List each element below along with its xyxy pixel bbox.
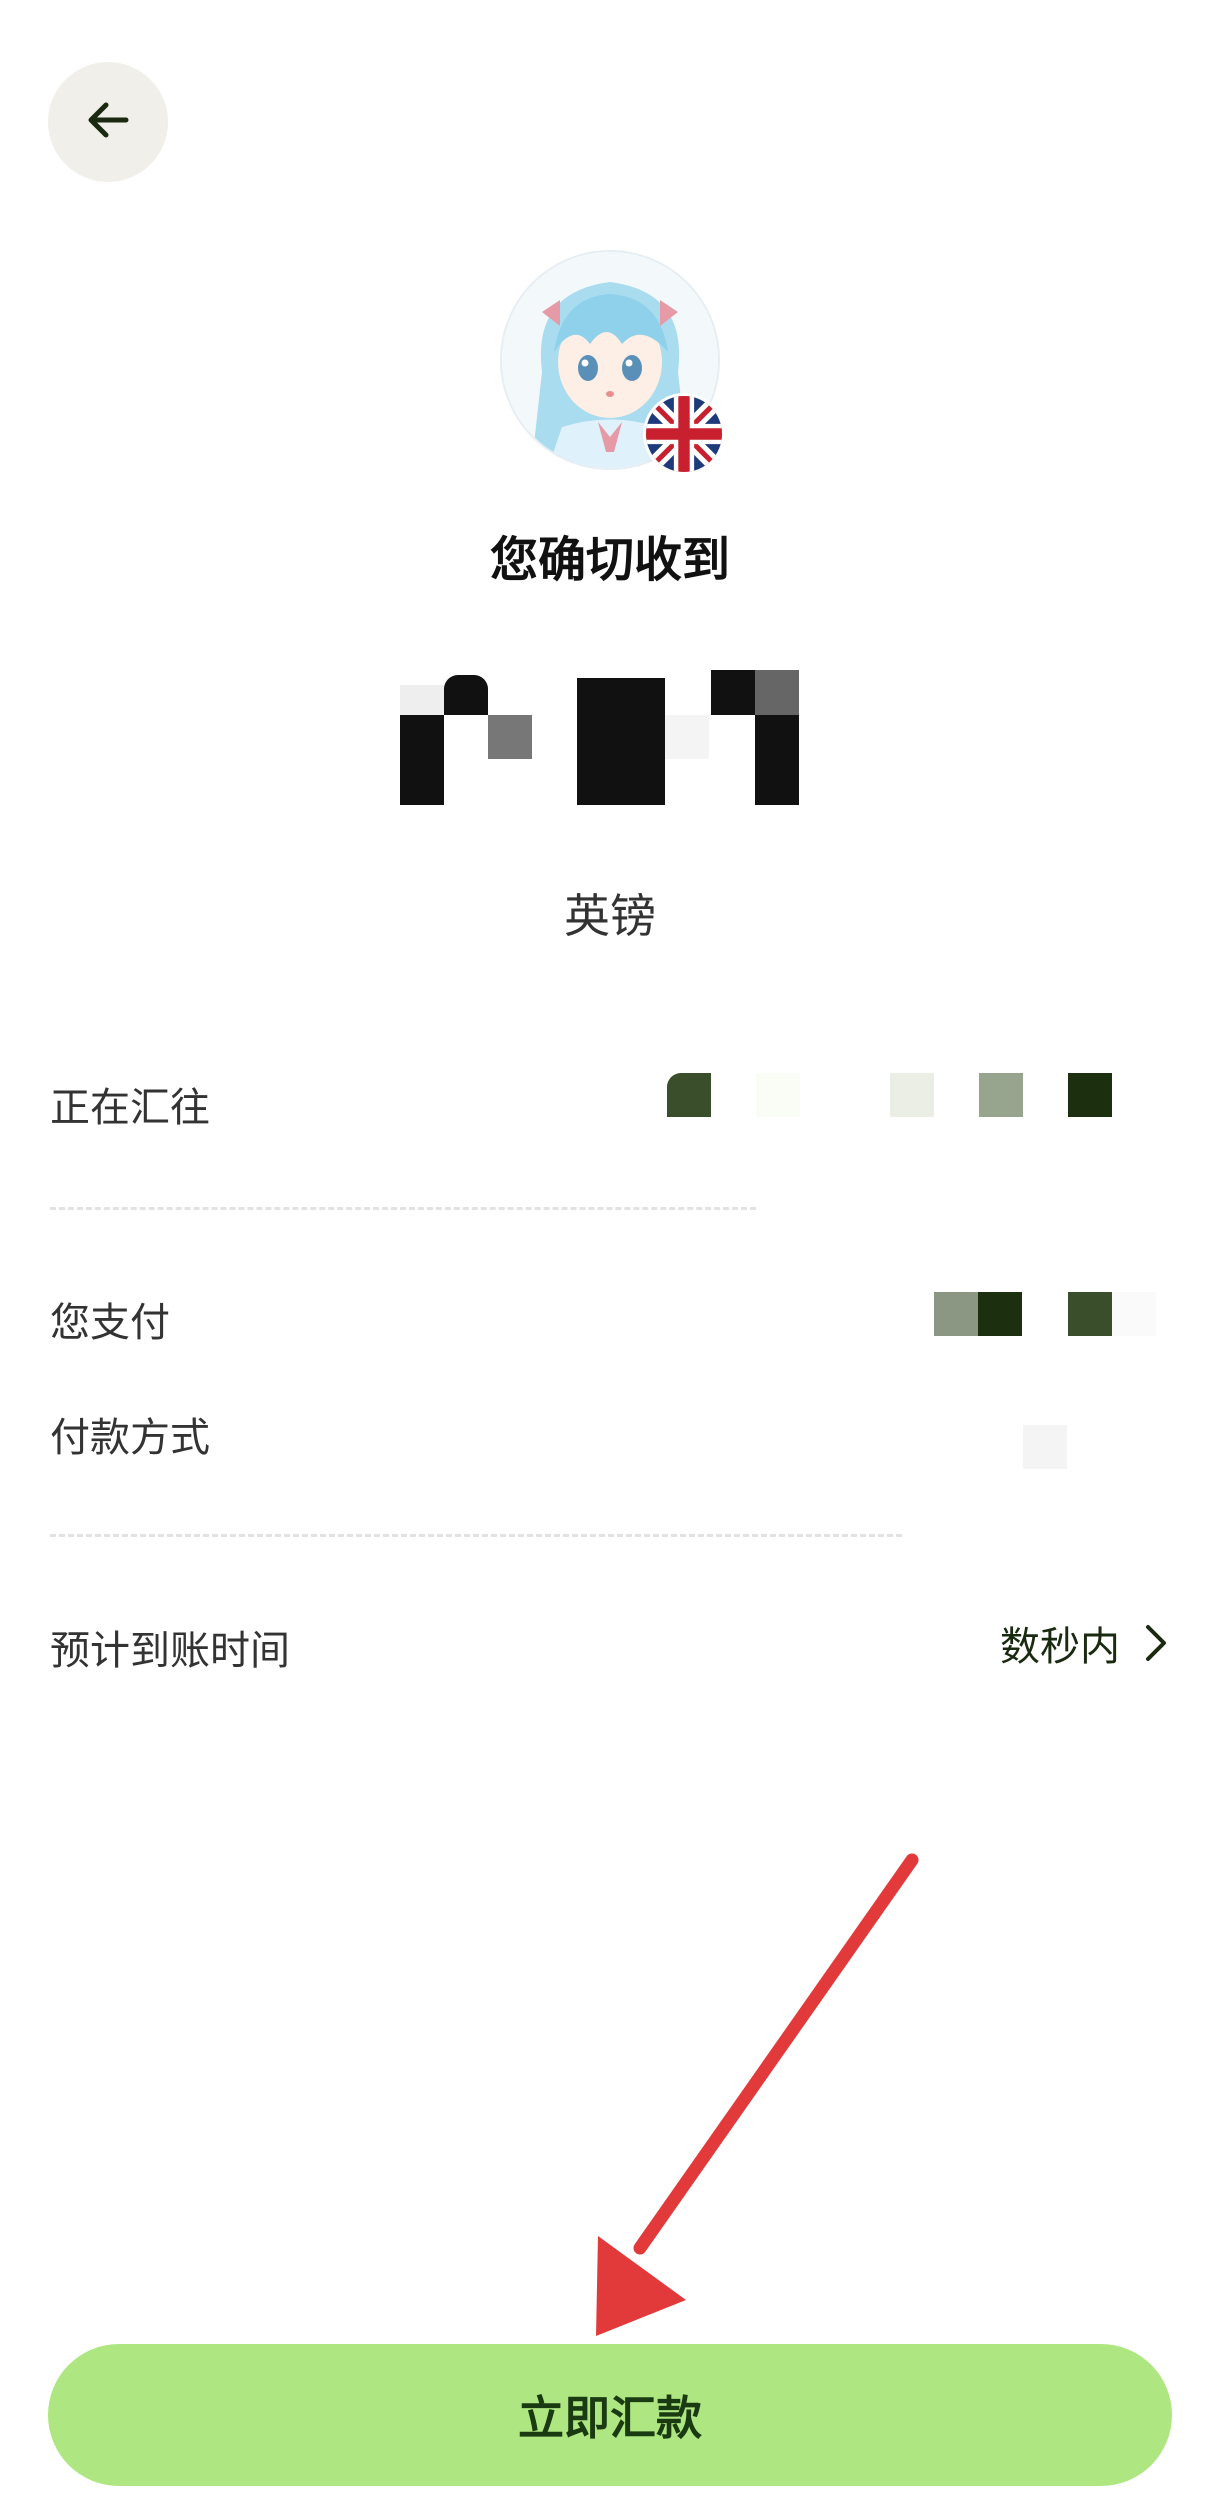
transfer-confirmation-screen: 您确切收到 英镑 正在汇往 您支付 付款方式 预计到账时间 数秒内 立即汇款 bbox=[0, 0, 1220, 2507]
back-button[interactable] bbox=[48, 62, 168, 182]
recipient-avatar-group bbox=[500, 250, 726, 476]
eta-value: 数秒内 bbox=[1000, 1624, 1120, 1670]
uk-flag-icon bbox=[643, 393, 725, 475]
currency-name: 英镑 bbox=[564, 889, 656, 943]
send-now-button[interactable]: 立即汇款 bbox=[48, 2344, 1172, 2486]
eta-row-link[interactable]: 数秒内 bbox=[1000, 1614, 1170, 1672]
arrow-left-icon bbox=[80, 92, 136, 152]
payment-method-value-redacted bbox=[1023, 1425, 1067, 1469]
you-pay-label: 您支付 bbox=[50, 1300, 170, 1346]
eta-label: 预计到账时间 bbox=[50, 1628, 290, 1674]
divider bbox=[50, 1207, 756, 1210]
page-title: 您确切收到 bbox=[489, 532, 730, 588]
received-amount-redacted bbox=[400, 670, 800, 805]
divider bbox=[50, 1534, 902, 1537]
sending-to-label: 正在汇往 bbox=[50, 1085, 210, 1131]
chevron-right-icon bbox=[1140, 1621, 1170, 1665]
payment-method-label: 付款方式 bbox=[50, 1415, 210, 1461]
